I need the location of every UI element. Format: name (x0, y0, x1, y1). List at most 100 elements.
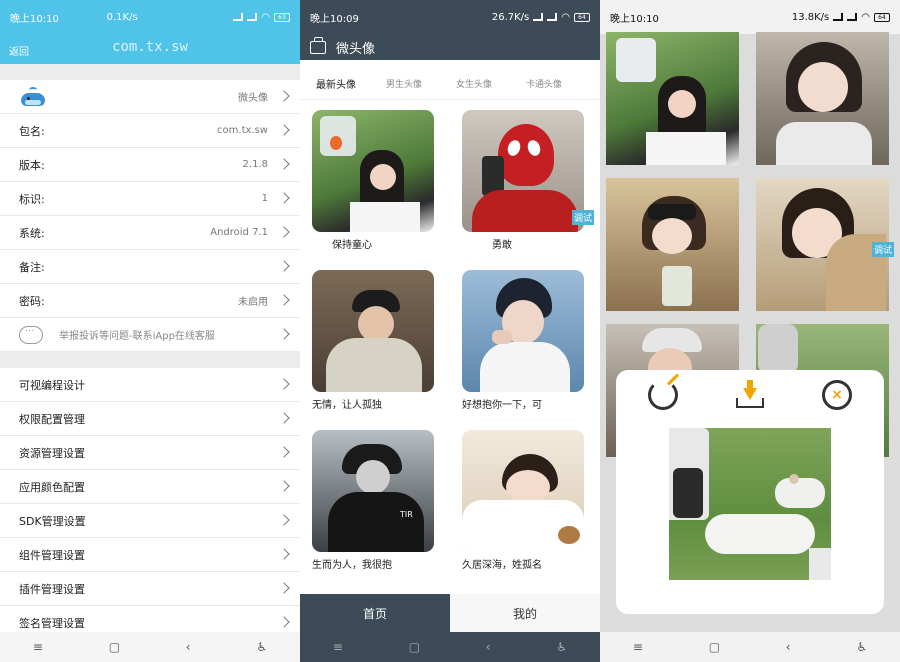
debug-badge[interactable]: 调试 (871, 242, 894, 257)
home-nav-icon[interactable]: ▢ (409, 640, 420, 654)
menu-label: 可视编程设计 (19, 378, 85, 392)
image-tile[interactable] (756, 178, 889, 311)
avatar-card[interactable]: 好想抱你一下，可 (462, 270, 584, 411)
chevron-right-icon (278, 582, 290, 594)
status-bar: 晚上10:09 26.7K/s ◠ 64 (300, 0, 600, 34)
avatar-card[interactable]: 勇敢 调试 (462, 110, 594, 251)
info-value: 未启用 (238, 297, 268, 308)
page-title: com.tx.sw (112, 39, 188, 55)
info-label: 标识: (19, 192, 45, 206)
avatar-caption: 勇敢 (492, 240, 512, 251)
avatar-caption: 保持童心 (332, 240, 372, 251)
info-row-package[interactable]: 包名: com.tx.sw (0, 114, 300, 148)
avatar-photo[interactable] (312, 110, 434, 232)
menu-row-colors[interactable]: 应用颜色配置 (0, 470, 300, 504)
info-row-password[interactable]: 密码: 未启用 (0, 284, 300, 318)
accessibility-icon[interactable]: ♿ (556, 640, 567, 654)
back-nav-icon[interactable]: ‹ (786, 640, 791, 654)
share-icon[interactable] (648, 380, 678, 410)
app-info-screen: 晚上10:10 0.1K/s ◠ 63 返回 com.tx.sw 微头像 包名:… (0, 0, 300, 662)
avatar-card[interactable]: 久居深海，姓孤名 (462, 430, 584, 571)
home-nav-icon[interactable]: ▢ (109, 640, 120, 654)
tab-home[interactable]: 首页 (300, 594, 450, 632)
status-time: 晚上10:10 (10, 13, 59, 25)
info-row-system[interactable]: 系统: Android 7.1 (0, 216, 300, 250)
menu-row-sdk[interactable]: SDK管理设置 (0, 504, 300, 538)
menu-nav-icon[interactable]: ≡ (633, 640, 643, 654)
section-divider (0, 352, 300, 368)
chevron-right-icon (278, 294, 290, 306)
chevron-right-icon (278, 412, 290, 424)
menu-row-visual-programming[interactable]: 可视编程设计 (0, 368, 300, 402)
chevron-right-icon (278, 328, 290, 340)
tab-girls[interactable]: 女生头像 (456, 77, 526, 90)
tab-mine[interactable]: 我的 (450, 594, 600, 632)
avatar-card[interactable]: 无情，让人孤独 (312, 270, 434, 411)
menu-nav-icon[interactable]: ≡ (33, 640, 43, 654)
info-row-identifier[interactable]: 标识: 1 (0, 182, 300, 216)
network-speed: 13.8K/s (791, 11, 830, 23)
chevron-right-icon (278, 260, 290, 272)
close-icon[interactable]: × (822, 380, 852, 410)
status-time: 晚上10:10 (610, 13, 659, 25)
signal-icon (547, 13, 558, 21)
menu-row-components[interactable]: 组件管理设置 (0, 538, 300, 572)
chat-bubble-icon (19, 325, 43, 344)
status-time: 晚上10:09 (310, 13, 359, 25)
avatar-photo[interactable] (462, 270, 584, 392)
menu-label: 应用颜色配置 (19, 480, 85, 494)
menu-nav-icon[interactable]: ≡ (333, 640, 343, 654)
signal-icon (847, 13, 858, 21)
signal-icon (833, 13, 844, 21)
info-value: Android 7.1 (210, 227, 268, 238)
avatar-card[interactable]: 保持童心 (312, 110, 434, 251)
chevron-right-icon (278, 158, 290, 170)
chevron-right-icon (278, 616, 290, 628)
info-label: 版本: (19, 158, 45, 172)
wallpaper-preview-screen: 晚上10:10 13.8K/s ◠ 64 调试 × ≡ ▢ ‹ ♿ (600, 0, 900, 662)
debug-badge[interactable]: 调试 (571, 210, 594, 225)
menu-row-plugins[interactable]: 插件管理设置 (0, 572, 300, 606)
info-label: 系统: (19, 226, 45, 240)
chevron-right-icon (278, 192, 290, 204)
menu-label: 资源管理设置 (19, 446, 85, 460)
avatar-gallery-screen: 晚上10:09 26.7K/s ◠ 64 微头像 最新头像 男生头像 女生头像 … (300, 0, 600, 662)
menu-label: 签名管理设置 (19, 616, 85, 630)
avatar-card[interactable]: TIR 生而为人，我很抱 (312, 430, 434, 571)
info-label: 包名: (19, 124, 45, 138)
page-title: 微头像 (336, 41, 376, 57)
image-tile[interactable] (756, 32, 889, 165)
home-nav-icon[interactable]: ▢ (709, 640, 720, 654)
system-nav-bar: ≡ ▢ ‹ ♿ (0, 632, 300, 662)
info-row-app-name[interactable]: 微头像 (0, 80, 300, 114)
complaint-row[interactable]: 举报投诉等问题-联系iApp在线客服 (0, 318, 300, 352)
info-row-remark[interactable]: 备注: (0, 250, 300, 284)
system-nav-bar: ≡ ▢ ‹ ♿ (300, 632, 600, 662)
back-nav-icon[interactable]: ‹ (486, 640, 491, 654)
section-divider (0, 64, 300, 80)
tab-cartoon[interactable]: 卡通头像 (526, 77, 596, 90)
menu-row-permissions[interactable]: 权限配置管理 (0, 402, 300, 436)
accessibility-icon[interactable]: ♿ (256, 640, 267, 654)
menu-row-resources[interactable]: 资源管理设置 (0, 436, 300, 470)
back-nav-icon[interactable]: ‹ (186, 640, 191, 654)
avatar-photo[interactable]: TIR (312, 430, 434, 552)
status-bar: 晚上10:10 13.8K/s ◠ 64 (600, 0, 900, 34)
menu-label: 插件管理设置 (19, 582, 85, 596)
whale-icon (19, 86, 47, 107)
accessibility-icon[interactable]: ♿ (856, 640, 867, 654)
info-row-version[interactable]: 版本: 2.1.8 (0, 148, 300, 182)
avatar-caption: 无情，让人孤独 (312, 400, 382, 411)
tab-latest[interactable]: 最新头像 (316, 76, 386, 91)
avatar-photo[interactable] (312, 270, 434, 392)
tab-boys[interactable]: 男生头像 (386, 77, 456, 90)
bag-icon (310, 36, 326, 54)
info-value: 2.1.8 (242, 159, 268, 170)
header-bar: 返回 com.tx.sw (0, 34, 300, 64)
avatar-photo[interactable] (462, 430, 584, 552)
avatar-photo[interactable] (462, 110, 584, 232)
download-icon[interactable] (736, 380, 766, 410)
wifi-icon: ◠ (261, 11, 270, 23)
image-tile[interactable] (606, 178, 739, 311)
image-tile[interactable] (606, 32, 739, 165)
